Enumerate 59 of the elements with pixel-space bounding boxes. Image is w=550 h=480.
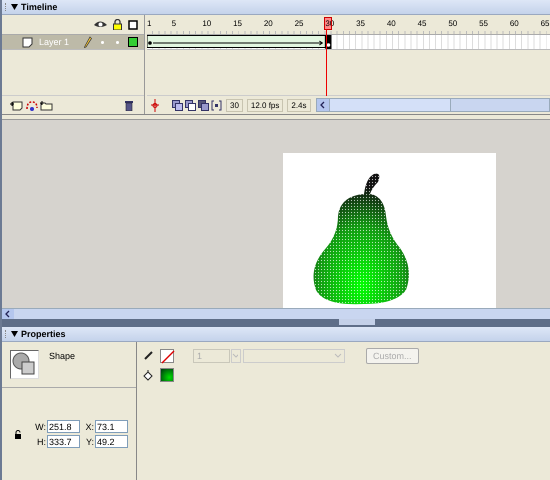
frame-number: 10	[202, 18, 212, 29]
frame-number: 35	[356, 18, 366, 29]
folder-icon[interactable]	[40, 100, 53, 110]
frame-number: 15	[233, 18, 243, 29]
dimension-label: Y:	[84, 436, 94, 446]
add-guide-layer-icon[interactable]	[25, 100, 38, 110]
add-layer-icon[interactable]	[10, 100, 23, 110]
onion-outline-icon[interactable]	[185, 100, 196, 110]
lock-dot[interactable]	[116, 40, 119, 44]
outline-color-swatch[interactable]	[128, 37, 138, 47]
frame-number: 25	[294, 18, 304, 29]
dimension-field[interactable]: 49.2	[95, 435, 128, 448]
frame-number: 65	[540, 18, 550, 29]
onion-markers-icon[interactable]	[211, 100, 222, 110]
shape-icon	[10, 350, 39, 379]
onion-skin-icon[interactable]	[172, 100, 183, 110]
trash-icon[interactable]	[124, 100, 134, 110]
panel-title: Properties	[21, 329, 66, 339]
dimension-label: W:	[34, 422, 46, 432]
horizontal-scrollbar[interactable]	[316, 98, 550, 112]
center-frame-icon[interactable]	[150, 98, 160, 112]
panel-title: Timeline	[21, 2, 58, 12]
frame-number: 55	[479, 18, 489, 29]
chevron-down-icon	[334, 353, 342, 359]
layer-name: Layer 1	[39, 37, 70, 47]
dimension-label: H:	[36, 436, 46, 446]
chevron-down-icon	[232, 353, 238, 359]
stroke-color-swatch[interactable]	[160, 349, 174, 363]
collapse-triangle-icon[interactable]	[11, 331, 18, 337]
eye-icon[interactable]	[94, 20, 107, 29]
elapsed-time: 2.4s	[287, 98, 310, 112]
edit-frames-icon[interactable]	[198, 100, 209, 110]
fill-color-swatch[interactable]	[160, 368, 174, 382]
layer-icon	[22, 36, 33, 48]
dimension-label: X:	[84, 422, 94, 432]
frame-number: 20	[264, 18, 274, 29]
outline-icon[interactable]	[128, 20, 138, 30]
lock-icon[interactable]	[113, 19, 122, 30]
stage-scrollbar[interactable]	[2, 308, 550, 319]
scroll-left-icon[interactable]	[2, 309, 14, 319]
frame-rate: 12.0 fps	[246, 98, 284, 112]
panel-header[interactable]: Timeline	[2, 0, 550, 15]
dimension-field[interactable]: 251.8	[47, 420, 80, 433]
frame-number: 60	[510, 18, 520, 29]
frame-number: 50	[448, 18, 458, 29]
frame-number: 45	[418, 18, 428, 29]
frame-number: 5	[172, 18, 178, 29]
collapse-triangle-icon[interactable]	[11, 4, 18, 10]
frame-number: 40	[386, 18, 397, 29]
scroll-left-icon[interactable]	[316, 99, 328, 111]
lock-icon[interactable]	[14, 430, 22, 438]
frame-track[interactable]	[147, 35, 550, 50]
frame-number: 1	[147, 18, 152, 29]
dimension-field[interactable]: 73.1	[95, 420, 128, 433]
panel-header[interactable]: Properties	[2, 327, 550, 342]
dimension-field[interactable]: 333.7	[47, 435, 80, 448]
visibility-dot[interactable]	[101, 40, 104, 44]
selection-type: Shape	[49, 350, 76, 363]
current-frame: 30	[226, 98, 243, 112]
